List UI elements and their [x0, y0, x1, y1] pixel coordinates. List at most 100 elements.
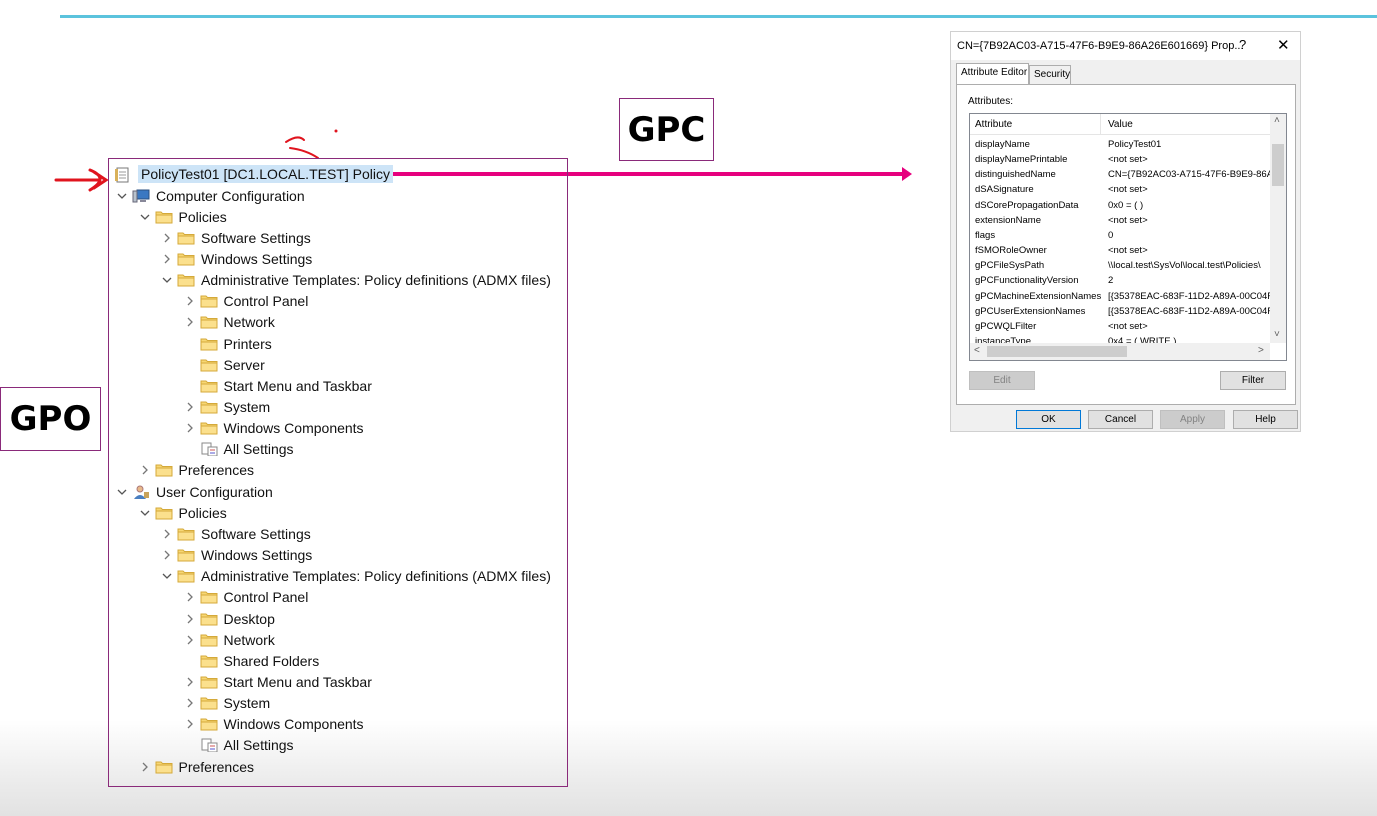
column-header-attribute[interactable]: Attribute — [975, 119, 1012, 130]
tree-item[interactable]: Administrative Templates: Policy definit… — [159, 270, 551, 291]
tree-item[interactable]: Software Settings — [159, 227, 311, 248]
red-dot-mark — [334, 129, 338, 133]
chevron-down-icon[interactable] — [114, 484, 130, 500]
attribute-row[interactable]: dSCorePropagationData 0x0 = ( ) — [970, 199, 1270, 214]
chevron-right-icon[interactable] — [182, 716, 198, 732]
tree-item[interactable]: Server — [182, 354, 265, 375]
chevron-down-icon[interactable] — [159, 568, 175, 584]
attribute-row[interactable]: gPCFunctionalityVersion 2 — [970, 274, 1270, 289]
attribute-row[interactable]: extensionName <not set> — [970, 214, 1270, 229]
tree-item[interactable]: Windows Components — [182, 714, 364, 735]
chevron-right-icon[interactable] — [182, 632, 198, 648]
tree-item[interactable]: Windows Settings — [159, 248, 312, 269]
tree-item[interactable]: Preferences — [137, 756, 254, 777]
tree-item[interactable]: Policies — [137, 502, 227, 523]
help-button[interactable]: Help — [1233, 410, 1298, 429]
attribute-row[interactable]: gPCFileSysPath \\local.test\SysVol\local.… — [970, 259, 1270, 274]
chevron-right-icon[interactable] — [182, 674, 198, 690]
attribute-row[interactable]: displayName PolicyTest01 — [970, 138, 1270, 153]
attribute-row[interactable]: dSASignature <not set> — [970, 183, 1270, 198]
cancel-button[interactable]: Cancel — [1088, 410, 1153, 429]
tab-attribute-editor[interactable]: Attribute Editor — [956, 63, 1029, 84]
chevron-right-icon[interactable] — [182, 589, 198, 605]
tree-item[interactable]: Network — [182, 312, 275, 333]
tree-item[interactable]: Shared Folders — [182, 650, 319, 671]
tree-item[interactable]: User Configuration — [114, 481, 273, 502]
scroll-up-icon[interactable]: ˄ — [1274, 115, 1280, 126]
folder-icon — [200, 633, 218, 647]
attribute-row[interactable]: gPCMachineExtensionNames [{35378EAC-683F-… — [970, 290, 1270, 305]
attribute-value: CN={7B92AC03-A715-47F6-B9E9-86A — [1108, 169, 1270, 181]
apply-button[interactable]: Apply — [1160, 410, 1225, 429]
close-icon[interactable]: ✕ — [1277, 36, 1290, 54]
chevron-down-icon[interactable] — [137, 209, 153, 225]
attribute-row[interactable]: flags 0 — [970, 229, 1270, 244]
chevron-right-icon[interactable] — [182, 420, 198, 436]
red-scribble-mark — [285, 136, 319, 159]
tree-item[interactable]: Computer Configuration — [114, 185, 305, 206]
tree-item[interactable]: System — [182, 693, 271, 714]
chevron-down-icon[interactable] — [114, 188, 130, 204]
attribute-list[interactable]: Attribute Value displayName PolicyTest01 d… — [969, 113, 1287, 361]
chevron-down-icon[interactable] — [137, 505, 153, 521]
vertical-scroll-thumb[interactable] — [1272, 144, 1284, 186]
attribute-row[interactable]: gPCWQLFilter <not set> — [970, 320, 1270, 335]
tree-item[interactable]: Desktop — [182, 608, 275, 629]
chevron-right-icon[interactable] — [182, 399, 198, 415]
tree-item[interactable]: Network — [182, 629, 275, 650]
tree-item[interactable]: Policies — [137, 206, 227, 227]
vertical-scrollbar[interactable]: ˄ ˅ — [1270, 114, 1286, 343]
chevron-right-icon[interactable] — [159, 526, 175, 542]
scroll-right-icon[interactable]: > — [1258, 345, 1264, 356]
tab-security[interactable]: Security — [1029, 65, 1071, 84]
filter-button[interactable]: Filter — [1220, 371, 1286, 390]
tree-item-label: Windows Components — [223, 420, 364, 437]
chevron-right-icon[interactable] — [137, 462, 153, 478]
tree-item[interactable]: System — [182, 397, 270, 418]
tree-item-label: System — [223, 695, 271, 712]
tree-item[interactable]: Windows Settings — [159, 545, 312, 566]
chevron-right-icon[interactable] — [182, 695, 198, 711]
policy-document-icon — [114, 167, 132, 182]
chevron-right-icon[interactable] — [182, 314, 198, 330]
tree-item[interactable]: Software Settings — [159, 523, 311, 544]
attribute-row[interactable]: fSMORoleOwner <not set> — [970, 244, 1270, 259]
attribute-value: [{35378EAC-683F-11D2-A89A-00C04F — [1108, 305, 1270, 317]
tree-item[interactable]: Printers — [182, 333, 272, 354]
horizontal-scrollbar[interactable]: < > — [970, 343, 1270, 360]
chevron-right-icon[interactable] — [159, 547, 175, 563]
tree-item[interactable]: Preferences — [137, 460, 254, 481]
chevron-right-icon[interactable] — [137, 759, 153, 775]
tree-item[interactable]: Start Menu and Taskbar — [182, 375, 372, 396]
chevron-right-icon[interactable] — [182, 293, 198, 309]
horizontal-scroll-thumb[interactable] — [987, 346, 1127, 357]
tree-item[interactable]: Control Panel — [182, 291, 308, 312]
tree-item[interactable]: Start Menu and Taskbar — [182, 671, 372, 692]
tree-item[interactable]: All Settings — [182, 439, 294, 460]
tree-root-policy[interactable]: PolicyTest01 [DC1.LOCAL.TEST] Policy — [114, 163, 393, 184]
chevron-right-icon[interactable] — [182, 611, 198, 627]
ok-button[interactable]: OK — [1016, 410, 1081, 429]
attribute-value: [{35378EAC-683F-11D2-A89A-00C04F — [1108, 290, 1270, 302]
chevron-right-icon[interactable] — [159, 230, 175, 246]
column-header-value[interactable]: Value — [1108, 119, 1133, 130]
attributes-label: Attributes: — [968, 96, 1014, 107]
gpc-annotation-label: GPC — [619, 98, 714, 161]
tree-item[interactable]: All Settings — [182, 735, 294, 756]
folder-icon — [200, 612, 218, 626]
scroll-left-icon[interactable]: < — [974, 345, 980, 356]
tree-item-label: Network — [223, 631, 275, 648]
attribute-editor-panel: Attributes: Attribute Value displayName P… — [956, 84, 1296, 405]
tree-item[interactable]: Administrative Templates: Policy definit… — [159, 566, 551, 587]
attribute-row[interactable]: distinguishedName CN={7B92AC03-A715-47F6-… — [970, 168, 1270, 183]
attribute-row[interactable]: displayNamePrintable <not set> — [970, 153, 1270, 168]
tree-item[interactable]: Control Panel — [182, 587, 308, 608]
tree-item[interactable]: Windows Components — [182, 418, 364, 439]
scroll-down-icon[interactable]: ˅ — [1274, 329, 1280, 340]
help-question-icon[interactable]: ? — [1239, 37, 1246, 52]
chevron-down-icon[interactable] — [159, 272, 175, 288]
edit-button[interactable]: Edit — [969, 371, 1035, 390]
attribute-row[interactable]: gPCUserExtensionNames [{35378EAC-683F-11D… — [970, 305, 1270, 320]
chevron-right-icon[interactable] — [159, 251, 175, 267]
